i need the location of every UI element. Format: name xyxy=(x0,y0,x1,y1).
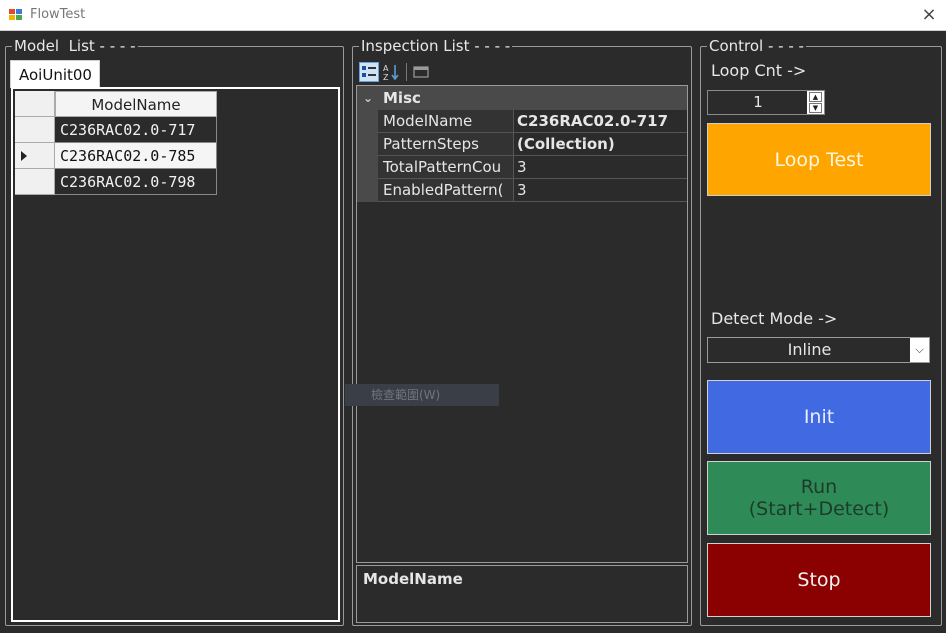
category-misc[interactable]: ⌄ Misc xyxy=(357,86,687,110)
inspection-list-title: Inspection List - - - - xyxy=(359,37,513,55)
detect-mode-select[interactable]: Inline ⌵ xyxy=(707,337,930,363)
table-cell[interactable]: C236RAC02.0-717 xyxy=(55,117,217,143)
table-cell[interactable]: C236RAC02.0-785 xyxy=(55,143,217,169)
loop-cnt-label: Loop Cnt -> xyxy=(711,61,807,80)
description-title: ModelName xyxy=(363,570,463,588)
close-icon[interactable]: × xyxy=(918,4,940,26)
detect-mode-value[interactable]: Inline xyxy=(708,338,911,362)
run-button[interactable]: Run (Start+Detect) xyxy=(707,461,931,535)
init-button[interactable]: Init xyxy=(707,380,931,454)
spin-up-icon[interactable]: ▲ xyxy=(809,92,822,102)
grid-header-row: ModelName xyxy=(15,91,217,117)
loop-count-value[interactable]: 1 xyxy=(708,91,808,114)
table-cell[interactable]: C236RAC02.0-798 xyxy=(55,169,217,195)
svg-text:A: A xyxy=(383,64,389,73)
context-menu-hint: 檢查範圍(W) xyxy=(345,384,499,406)
stepper-buttons: ▲ ▼ xyxy=(807,91,824,114)
property-value[interactable]: C236RAC02.0-717 xyxy=(514,110,687,133)
row-header[interactable] xyxy=(15,169,55,195)
grid-corner xyxy=(15,91,55,117)
table-row[interactable]: C236RAC02.0-785 xyxy=(15,143,217,169)
toolbar-separator xyxy=(406,63,407,81)
property-name[interactable]: ModelName xyxy=(378,110,514,133)
property-pages-icon[interactable] xyxy=(411,62,431,82)
detect-mode-label: Detect Mode -> xyxy=(711,309,838,328)
chevron-down-icon[interactable]: ⌵ xyxy=(910,338,929,362)
row-gutter xyxy=(357,156,378,179)
app-icon xyxy=(9,9,23,21)
property-name[interactable]: PatternSteps xyxy=(378,133,514,156)
table-row[interactable]: C236RAC02.0-717 xyxy=(15,117,217,143)
property-row[interactable]: ModelName C236RAC02.0-717 xyxy=(357,110,687,133)
model-tab-page: ModelName C236RAC02.0-717 C236RAC02.0-78… xyxy=(11,87,340,622)
categorized-view-icon[interactable] xyxy=(359,62,379,82)
property-row[interactable]: TotalPatternCou 3 xyxy=(357,156,687,179)
spin-down-icon[interactable]: ▼ xyxy=(809,103,822,113)
property-row[interactable]: EnabledPattern( 3 xyxy=(357,179,687,202)
property-name[interactable]: TotalPatternCou xyxy=(378,156,514,179)
chevron-down-icon[interactable]: ⌄ xyxy=(363,86,373,110)
property-grid[interactable]: ⌄ Misc ModelName C236RAC02.0-717 Pattern… xyxy=(356,85,688,563)
loop-test-button[interactable]: Loop Test xyxy=(707,123,931,196)
row-gutter xyxy=(357,133,378,156)
row-gutter xyxy=(357,110,378,133)
model-list-title: Model List - - - - xyxy=(12,37,138,55)
column-header-modelname[interactable]: ModelName xyxy=(55,91,217,117)
property-grid-toolbar: A Z xyxy=(357,60,687,84)
property-value[interactable]: 3 xyxy=(514,179,687,202)
property-row[interactable]: PatternSteps (Collection) xyxy=(357,133,687,156)
title-bar: FlowTest × xyxy=(0,0,946,31)
row-header[interactable] xyxy=(15,143,55,169)
property-name[interactable]: EnabledPattern( xyxy=(378,179,514,202)
table-row[interactable]: C236RAC02.0-798 xyxy=(15,169,217,195)
row-header[interactable] xyxy=(15,117,55,143)
loop-count-stepper[interactable]: 1 ▲ ▼ xyxy=(707,90,825,115)
property-description-panel: ModelName xyxy=(356,565,688,623)
row-gutter xyxy=(357,179,378,202)
property-value[interactable]: (Collection) xyxy=(514,133,687,156)
stop-button[interactable]: Stop xyxy=(707,543,931,617)
category-label: Misc xyxy=(383,89,421,107)
tab-aoiunit00[interactable]: AoiUnit00 xyxy=(10,60,100,88)
alphabetical-sort-icon[interactable]: A Z xyxy=(382,62,402,82)
control-title: Control - - - - xyxy=(707,37,806,55)
svg-text:Z: Z xyxy=(383,73,389,82)
window-title: FlowTest xyxy=(30,7,86,22)
current-row-arrow-icon xyxy=(21,151,27,161)
property-value[interactable]: 3 xyxy=(514,156,687,179)
